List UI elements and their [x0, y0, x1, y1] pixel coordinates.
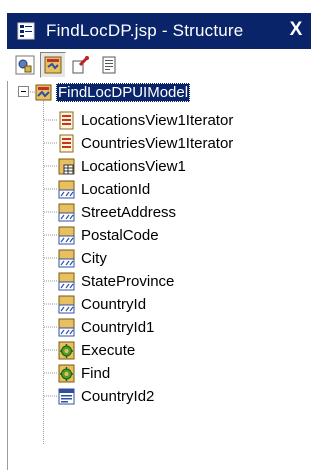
tree-node[interactable]: StateProvince: [57, 270, 176, 292]
tree-node-label: Find: [81, 364, 111, 382]
tree-node[interactable]: CountryId2: [57, 385, 156, 407]
model-icon: [34, 83, 53, 102]
tree-node[interactable]: LocationId: [57, 178, 152, 200]
data-control-button[interactable]: [12, 52, 38, 78]
tree-node[interactable]: LocationsView1Iterator: [57, 109, 235, 131]
tree-node[interactable]: CountriesView1Iterator: [57, 132, 235, 154]
structure-window: FindLocDP.jsp - Structure X FindLocDPUIM…: [0, 0, 311, 470]
tree-node[interactable]: StreetAddress: [57, 201, 178, 223]
window-title: FindLocDP.jsp - Structure: [46, 21, 244, 40]
action-icon: [57, 364, 76, 383]
tree-node[interactable]: CountryId1: [57, 316, 156, 338]
attribute-icon: [57, 180, 76, 199]
iterator-icon: [57, 134, 76, 153]
tree-node[interactable]: Execute: [57, 339, 137, 361]
page-flow-icon: [72, 55, 90, 74]
page-button[interactable]: [96, 52, 122, 78]
tree-node-label: PostalCode: [81, 226, 159, 244]
structure-tree: FindLocDPUIModel LocationsView1Iterator: [7, 81, 311, 470]
iterator-icon: [57, 111, 76, 130]
tree-node-label: CountriesView1Iterator: [81, 134, 234, 152]
view-object-icon: [57, 157, 76, 176]
tree-node[interactable]: CountryId: [57, 293, 148, 315]
structure-toolbar: [7, 49, 311, 81]
data-control-icon: [15, 55, 35, 75]
attribute-icon: [57, 226, 76, 245]
tree-node-label: LocationsView1: [81, 157, 186, 175]
tree-node-label: City: [81, 249, 107, 267]
close-button[interactable]: X: [285, 18, 307, 42]
tree-node-label: Execute: [81, 341, 136, 359]
tree-node-label: CountryId: [81, 295, 147, 313]
binding-button[interactable]: [40, 52, 66, 78]
attribute-icon: [57, 272, 76, 291]
tree-node-label: LocationsView1Iterator: [81, 111, 234, 129]
tree-node[interactable]: PostalCode: [57, 224, 161, 246]
action-icon: [57, 341, 76, 360]
tree-node-label: CountryId1: [81, 318, 155, 336]
tree-node[interactable]: City: [57, 247, 109, 269]
tree-node-root[interactable]: FindLocDPUIModel: [34, 81, 191, 103]
attribute-icon: [57, 295, 76, 314]
tree-node-label: StateProvince: [81, 272, 175, 290]
binding-icon: [44, 56, 62, 74]
tree-node[interactable]: LocationsView1: [57, 155, 188, 177]
tree-node-label: FindLocDPUIModel: [56, 82, 191, 102]
tree-node[interactable]: Find: [57, 362, 112, 384]
list-icon: [57, 387, 76, 406]
tree-node-label: CountryId2: [81, 387, 155, 405]
attribute-icon: [57, 318, 76, 337]
tree-node-label: StreetAddress: [81, 203, 177, 221]
tree-node-label: LocationId: [81, 180, 151, 198]
structure-window-icon: [16, 21, 36, 41]
attribute-icon: [57, 249, 76, 268]
page-icon: [102, 56, 116, 74]
collapse-toggle[interactable]: [18, 86, 29, 97]
attribute-icon: [57, 203, 76, 222]
page-flow-button[interactable]: [68, 52, 94, 78]
title-bar[interactable]: FindLocDP.jsp - Structure X: [7, 13, 311, 49]
